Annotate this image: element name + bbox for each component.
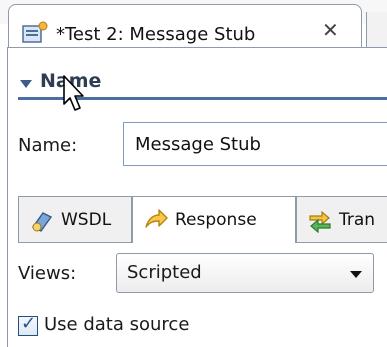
use-data-source-label[interactable]: Use data source: [44, 314, 189, 335]
tab-wsdl-label: WSDL: [61, 209, 112, 230]
mouse-cursor-icon: [63, 75, 84, 111]
transport-icon: [309, 210, 331, 233]
checkmark-icon: ✓: [21, 313, 37, 334]
test-suite-editor-icon: [22, 21, 48, 43]
views-selected-value: Scripted: [127, 262, 202, 283]
wsdl-icon: [31, 211, 53, 232]
tab-wsdl[interactable]: WSDL: [18, 196, 132, 242]
editor-tab-title: *Test 2: Message Stub: [56, 24, 256, 45]
tab-response[interactable]: Response: [132, 196, 296, 243]
collapse-triangle-icon[interactable]: [20, 80, 32, 88]
next-editor-tab[interactable]: [366, 12, 387, 48]
name-field[interactable]: [123, 122, 387, 166]
tab-response-label: Response: [175, 210, 257, 230]
chevron-down-icon[interactable]: [350, 271, 362, 278]
name-label: Name:: [18, 135, 78, 156]
tab-transport-label: Tran: [339, 209, 376, 230]
response-icon: [145, 209, 168, 228]
views-label: Views:: [18, 263, 77, 284]
tab-transport[interactable]: Tran: [296, 196, 387, 242]
close-icon[interactable]: ✕: [322, 18, 339, 42]
